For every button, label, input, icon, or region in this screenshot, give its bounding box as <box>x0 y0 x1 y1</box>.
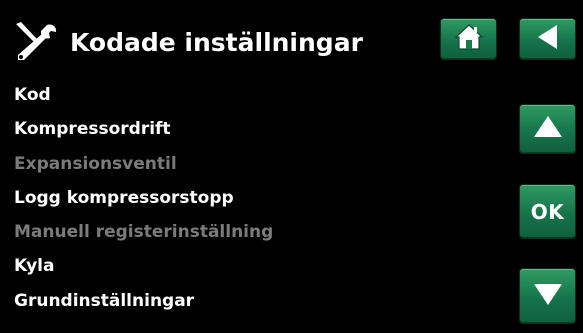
screen: Kodade inställningar Kod Kompressordrift… <box>0 0 583 333</box>
scroll-up-button[interactable] <box>519 104 576 154</box>
ok-button[interactable]: OK <box>519 184 576 239</box>
back-arrow-icon <box>535 23 561 55</box>
menu-list: Kod Kompressordrift Expansionsventil Log… <box>14 78 504 318</box>
home-button[interactable] <box>440 18 497 60</box>
menu-item-kod[interactable]: Kod <box>14 78 504 112</box>
menu-item-kyla[interactable]: Kyla <box>14 249 504 283</box>
scroll-down-button[interactable] <box>519 268 576 324</box>
arrow-up-icon <box>532 114 564 144</box>
page-title: Kodade inställningar <box>70 28 363 57</box>
tools-icon <box>12 22 58 62</box>
back-button[interactable] <box>519 18 576 60</box>
menu-item-grundinstallningar[interactable]: Grundinställningar <box>14 284 504 318</box>
ok-label: OK <box>530 199 565 224</box>
menu-item-kompressordrift[interactable]: Kompressordrift <box>14 112 504 146</box>
arrow-down-icon <box>532 281 564 311</box>
menu-item-expansionsventil: Expansionsventil <box>14 153 177 174</box>
home-icon <box>453 23 484 55</box>
menu-item-logg-kompressorstopp[interactable]: Logg kompressorstopp <box>14 181 504 215</box>
menu-item-manuell-registerinstallning: Manuell registerinställning <box>14 222 274 243</box>
